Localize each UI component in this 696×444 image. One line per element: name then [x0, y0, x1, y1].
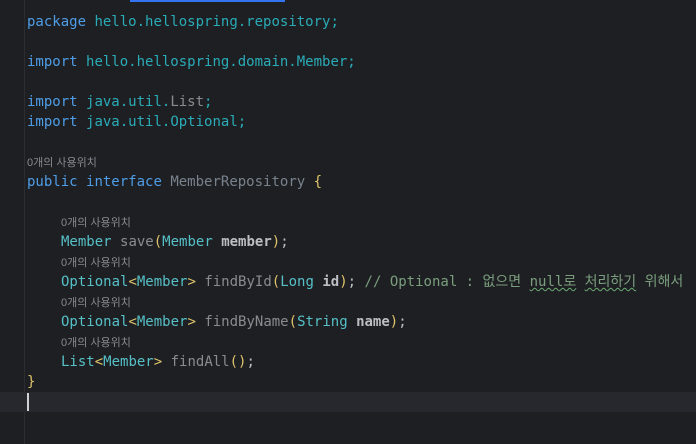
- method-name: findByName: [204, 314, 289, 330]
- usage-hint-findById[interactable]: 0개의 사용위치: [27, 252, 696, 272]
- comment: // Optional : 없으면: [364, 274, 530, 290]
- keyword: interface: [86, 174, 162, 190]
- semicolon: ;: [204, 94, 213, 110]
- editor-gutter: [0, 0, 25, 444]
- generic-bracket: <: [128, 314, 137, 330]
- semicolon: ;: [347, 274, 357, 290]
- code-line-8: public interface MemberRepository {: [27, 172, 696, 192]
- open-brace: {: [313, 174, 323, 190]
- code-line-1: package hello.hellospring.repository;: [27, 12, 696, 32]
- package-name: hello.hellospring.repository;: [94, 14, 339, 30]
- comment-process: 처리하기: [584, 274, 637, 290]
- keyword: import: [27, 114, 78, 130]
- usage-count-hint[interactable]: 0개의 사용위치: [61, 257, 131, 269]
- paren: ): [339, 274, 348, 290]
- import-class: Optional: [170, 114, 238, 130]
- method-name: findById: [204, 274, 272, 290]
- paren: ): [271, 234, 281, 250]
- usage-count-hint[interactable]: 0개의 사용위치: [61, 337, 131, 349]
- usage-hint-class[interactable]: 0개의 사용위치: [27, 152, 696, 172]
- generic-bracket: >: [187, 274, 196, 290]
- keyword: import: [27, 54, 78, 70]
- generic-bracket: >: [187, 314, 196, 330]
- keyword: import: [27, 94, 78, 110]
- semicolon: ;: [246, 354, 255, 370]
- param-type: String: [297, 314, 348, 330]
- semicolon: ;: [398, 314, 407, 330]
- return-type: Member: [61, 234, 112, 250]
- code-editor[interactable]: package hello.hellospring.repository; im…: [0, 12, 696, 412]
- generic-bracket: >: [153, 354, 163, 370]
- close-brace: }: [27, 374, 36, 390]
- code-line-11: Member save(Member member);: [27, 232, 696, 252]
- import-path: java.util.: [86, 94, 171, 110]
- code-line-17: List<Member> findAll();: [27, 352, 696, 372]
- generic-bracket: <: [128, 274, 137, 290]
- paren: (): [229, 354, 247, 370]
- code-line-5: import java.util.List;: [27, 92, 696, 112]
- keyword: public: [27, 174, 78, 190]
- interface-name: MemberRepository: [170, 174, 306, 190]
- comment: 위해서: [636, 274, 684, 290]
- usage-hint-save[interactable]: 0개의 사용위치: [27, 212, 696, 232]
- code-line-18: }: [27, 372, 696, 392]
- return-type: Optional: [61, 274, 129, 290]
- import-path: hello.hellospring.domain.Member;: [86, 54, 356, 70]
- generic-type: Member: [136, 274, 188, 290]
- comment: [576, 274, 584, 290]
- import-path: java.util.: [86, 114, 171, 130]
- method-name: findAll: [170, 354, 230, 370]
- text-caret: [27, 393, 29, 411]
- usage-count-hint[interactable]: 0개의 사용위치: [61, 297, 131, 309]
- usage-count-hint[interactable]: 0개의 사용위치: [27, 157, 97, 169]
- current-line[interactable]: [0, 392, 696, 412]
- generic-bracket: <: [94, 354, 104, 370]
- paren: (: [153, 234, 163, 250]
- param-type: Long: [280, 274, 314, 290]
- semicolon: ;: [280, 234, 289, 250]
- return-type: List: [61, 354, 95, 370]
- return-type: Optional: [61, 314, 129, 330]
- import-class: List: [170, 94, 205, 110]
- code-line-13: Optional<Member> findById(Long id); // O…: [27, 272, 696, 292]
- paren: (: [271, 274, 281, 290]
- param-name: name: [356, 314, 390, 330]
- param-name: id: [322, 274, 340, 290]
- paren: (: [288, 314, 298, 330]
- comment-null: null로: [529, 274, 577, 290]
- keyword: package: [27, 14, 87, 30]
- paren: ): [389, 314, 399, 330]
- param-type: Member: [162, 234, 213, 250]
- usage-count-hint[interactable]: 0개의 사용위치: [61, 217, 131, 229]
- code-line-3: import hello.hellospring.domain.Member;: [27, 52, 696, 72]
- generic-type: Member: [103, 354, 154, 370]
- method-name: save: [120, 234, 154, 250]
- param-name: member: [221, 234, 272, 250]
- generic-type: Member: [136, 314, 188, 330]
- active-tab-indicator: [130, 0, 285, 2]
- code-line-6: import java.util.Optional;: [27, 112, 696, 132]
- code-line-15: Optional<Member> findByName(String name)…: [27, 312, 696, 332]
- semicolon: ;: [237, 114, 247, 130]
- usage-hint-findAll[interactable]: 0개의 사용위치: [27, 332, 696, 352]
- usage-hint-findByName[interactable]: 0개의 사용위치: [27, 292, 696, 312]
